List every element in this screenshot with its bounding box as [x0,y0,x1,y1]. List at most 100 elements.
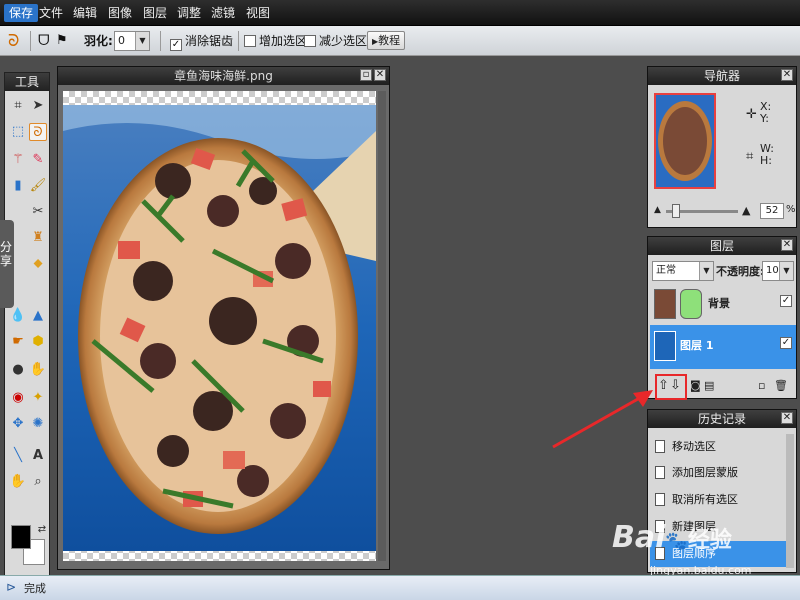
antialias-label: 消除锯齿 [185,34,234,48]
spot-heal-tool-icon[interactable]: ✦ [29,389,47,407]
blend-mode-value: 正常 [656,265,676,276]
lasso-tool-icon[interactable]: ᘐ [8,32,19,50]
history-item-label: 移动选区 [672,440,716,453]
foreground-color-swatch[interactable] [11,525,31,549]
zoom-out-icon[interactable]: ▲ [654,205,661,215]
close-icon[interactable]: ✕ [781,69,793,81]
marquee-tool-icon[interactable]: ⬚ [9,123,27,141]
redeye-tool-icon[interactable]: ◉ [9,389,27,407]
add-selection-checkbox[interactable] [244,35,256,47]
eraser-tool-icon[interactable]: ⬥ [29,255,47,273]
close-icon[interactable]: ✕ [781,239,793,251]
divider [238,31,239,51]
layer-mask-thumbnail [680,289,702,319]
menu-layer[interactable]: 图层 [138,4,172,22]
layer-mask-icon[interactable]: ◙ [690,379,701,392]
chevron-down-icon: ▼ [135,32,149,50]
swap-colors-icon[interactable]: ⇄ [33,521,51,539]
brush-tool-icon[interactable]: 🖌 [29,177,47,195]
zoom-tool-icon[interactable]: ⌕ [29,473,47,491]
move-tool-icon[interactable]: ➤ [29,97,47,115]
text-tool-icon[interactable]: A [29,447,47,465]
divider [30,31,31,51]
add-selection-option[interactable]: 增加选区 [244,32,307,50]
navigator-titlebar: 导航器 ✕ [648,67,796,85]
pencil-tool-icon[interactable]: ✎ [29,151,47,169]
menu-edit[interactable]: 编辑 [68,4,102,22]
antialias-option[interactable]: ✓ 消除锯齿 [170,32,234,51]
delete-layer-icon[interactable]: 🗑 [774,379,788,392]
menu-file[interactable]: 文件 [34,4,68,22]
canvas[interactable] [63,91,376,561]
share-tab[interactable]: 分享 [0,220,14,308]
layer-row-background[interactable]: 背景 ✓ [650,283,796,327]
bloat-tool-icon[interactable]: ✥ [9,415,27,433]
navigator-panel: 导航器 ✕ ✛ X: Y: ⌗ W: H: ▲ ▲ 52 % [647,66,797,228]
clone-tool-icon[interactable]: ✂ [29,203,47,221]
stamp-tool-icon[interactable]: ♜ [29,229,47,247]
dodge-tool-icon[interactable]: ● [9,361,27,379]
navigator-thumbnail[interactable] [654,93,716,189]
magnetic-lasso-icon[interactable]: ⚑ [56,32,68,50]
gradient-tool-icon[interactable]: ▮ [9,177,27,195]
canvas-image [63,105,376,551]
menu-filter[interactable]: 滤镜 [206,4,240,22]
zoom-in-icon[interactable]: ▲ [742,204,750,217]
blend-mode-select[interactable]: 正常 ▼ [652,261,714,281]
layer-visibility-checkbox[interactable]: ✓ [780,337,792,349]
dimension-icon: ⌗ [746,149,754,164]
layer-thumbnail [654,331,676,361]
smudge-tool-icon[interactable]: ☛ [9,333,27,351]
history-item[interactable]: 移动选区 [650,434,786,460]
color-picker-icon[interactable]: ╲ [9,447,27,465]
expand-icon[interactable]: ⊳ [6,580,16,594]
pinch-tool-icon[interactable]: ✺ [29,415,47,433]
zoom-input[interactable]: 52 [760,203,784,219]
wand-tool-icon[interactable]: ⚚ [9,151,27,169]
history-item[interactable]: 添加图层蒙版 [650,460,786,486]
menu-view[interactable]: 视图 [241,4,275,22]
blur-tool-icon[interactable]: 💧 [9,307,27,325]
burn-tool-icon[interactable]: ✋ [29,361,47,379]
feather-select[interactable]: 0 ▼ [114,31,150,51]
status-text: 完成 [24,582,46,595]
sharpen-tool-icon[interactable]: ▲ [29,307,47,325]
watermark-text-jingyan: 经验 [687,528,732,553]
polygon-lasso-icon[interactable]: ᗜ [38,32,50,50]
menu-save[interactable]: 保存 [4,4,39,22]
sponge-tool-icon[interactable]: ⬢ [29,333,47,351]
layer-style-icon[interactable]: ▤ [704,379,714,392]
layers-panel: 图层 ✕ 正常 ▼ 不透明度: 100 ▼ 背景 ✓ 图层 1 ✓ ⇧ ⇩ ◙ … [647,236,797,400]
vertical-scrollbar[interactable] [378,91,386,561]
subtract-selection-checkbox[interactable] [304,35,316,47]
h-label: H: [760,154,772,167]
tutorial-button[interactable]: ▶教程 [367,31,406,50]
move-layer-down-icon[interactable]: ⇩ [670,378,681,393]
crop-tool-icon[interactable]: ⌗ [9,97,27,115]
layer-visibility-checkbox[interactable]: ✓ [780,295,792,307]
layer-row-layer1[interactable]: 图层 1 ✓ [650,325,796,369]
maximize-icon[interactable]: ▫ [360,69,372,81]
history-scrollbar[interactable] [786,434,794,568]
close-icon[interactable]: ✕ [781,412,793,424]
zoom-slider-handle[interactable] [672,204,680,218]
antialias-checkbox[interactable]: ✓ [170,39,182,51]
history-item-label: 添加图层蒙版 [672,466,738,479]
close-icon[interactable]: ✕ [374,69,386,81]
new-layer-icon[interactable]: ▫ [758,379,765,392]
zoom-unit: % [786,204,796,215]
tools-panel: 工具 ⌗ ➤ ⬚ ᘐ ⚚ ✎ ▮ 🖌 ✂ ♜ ⬥ 💧 ▲ ☛ ⬢ ● ✋ ◉ ✦… [4,72,50,577]
menu-image[interactable]: 图像 [103,4,137,22]
layer-name: 背景 [708,297,730,310]
history-item[interactable]: 取消所有选区 [650,487,786,513]
subtract-selection-option[interactable]: 减少选区 [304,32,367,50]
hand-tool-icon[interactable]: ✋ [9,473,27,491]
document-icon [655,440,665,453]
opacity-select[interactable]: 100 ▼ [762,261,794,281]
navigator-preview [658,101,712,181]
document-window: 章鱼海味海鲜.png ▫ ✕ [57,66,390,570]
menu-adjust[interactable]: 调整 [172,4,206,22]
document-icon [655,466,665,479]
lasso-tool-icon[interactable]: ᘐ [29,123,47,141]
layers-titlebar: 图层 ✕ [648,237,796,255]
